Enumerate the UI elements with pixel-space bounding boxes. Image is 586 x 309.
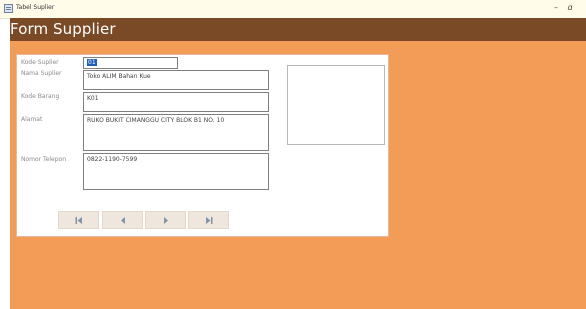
app-icon [4,4,13,13]
nama-suplier-value: Toko ALIM Bahan Kue [87,73,151,80]
kode-barang-field[interactable]: K01 [83,92,269,112]
photo-box [287,65,385,145]
first-record-icon [75,216,82,224]
first-record-button[interactable] [58,211,99,229]
kode-suplier-field[interactable]: 01 [83,57,178,69]
kode-suplier-value: 01 [87,59,97,66]
form-header: Form Supplier [10,18,586,41]
nomor-telepon-field[interactable]: 0822-1190-7599 [83,153,269,190]
last-record-button[interactable] [188,211,229,229]
last-record-icon [205,216,212,224]
nama-suplier-label: Nama Suplier [21,70,62,77]
window-title-bar: Tabel Suplier – ɑ [0,0,586,19]
alamat-label: Alamat [21,116,43,123]
nama-suplier-field[interactable]: Toko ALIM Bahan Kue [83,70,269,90]
previous-record-button[interactable] [102,211,143,229]
nomor-telepon-value: 0822-1190-7599 [87,156,138,163]
maximize-icon: ɑ [567,3,573,12]
alamat-value: RUKO BUKIT CIMANGGU CITY BLOK B1 NO. 10 [87,117,225,124]
form-panel: Kode Suplier 01 Nama Suplier Toko ALIM B… [16,54,389,237]
window-title: Tabel Suplier [16,4,55,11]
previous-record-icon [120,216,125,224]
minimize-icon: – [554,3,558,12]
kode-barang-label: Kode Barang [21,93,60,100]
nomor-telepon-label: Nomor Telepon [21,156,67,163]
minimize-button[interactable]: – [549,2,563,14]
next-record-icon [163,216,168,224]
next-record-button[interactable] [145,211,186,229]
kode-barang-value: K01 [87,95,99,102]
alamat-field[interactable]: RUKO BUKIT CIMANGGU CITY BLOK B1 NO. 10 [83,114,269,151]
form-title: Form Supplier [10,20,116,38]
kode-suplier-label: Kode Suplier [21,59,59,66]
maximize-button[interactable]: ɑ [563,2,577,14]
